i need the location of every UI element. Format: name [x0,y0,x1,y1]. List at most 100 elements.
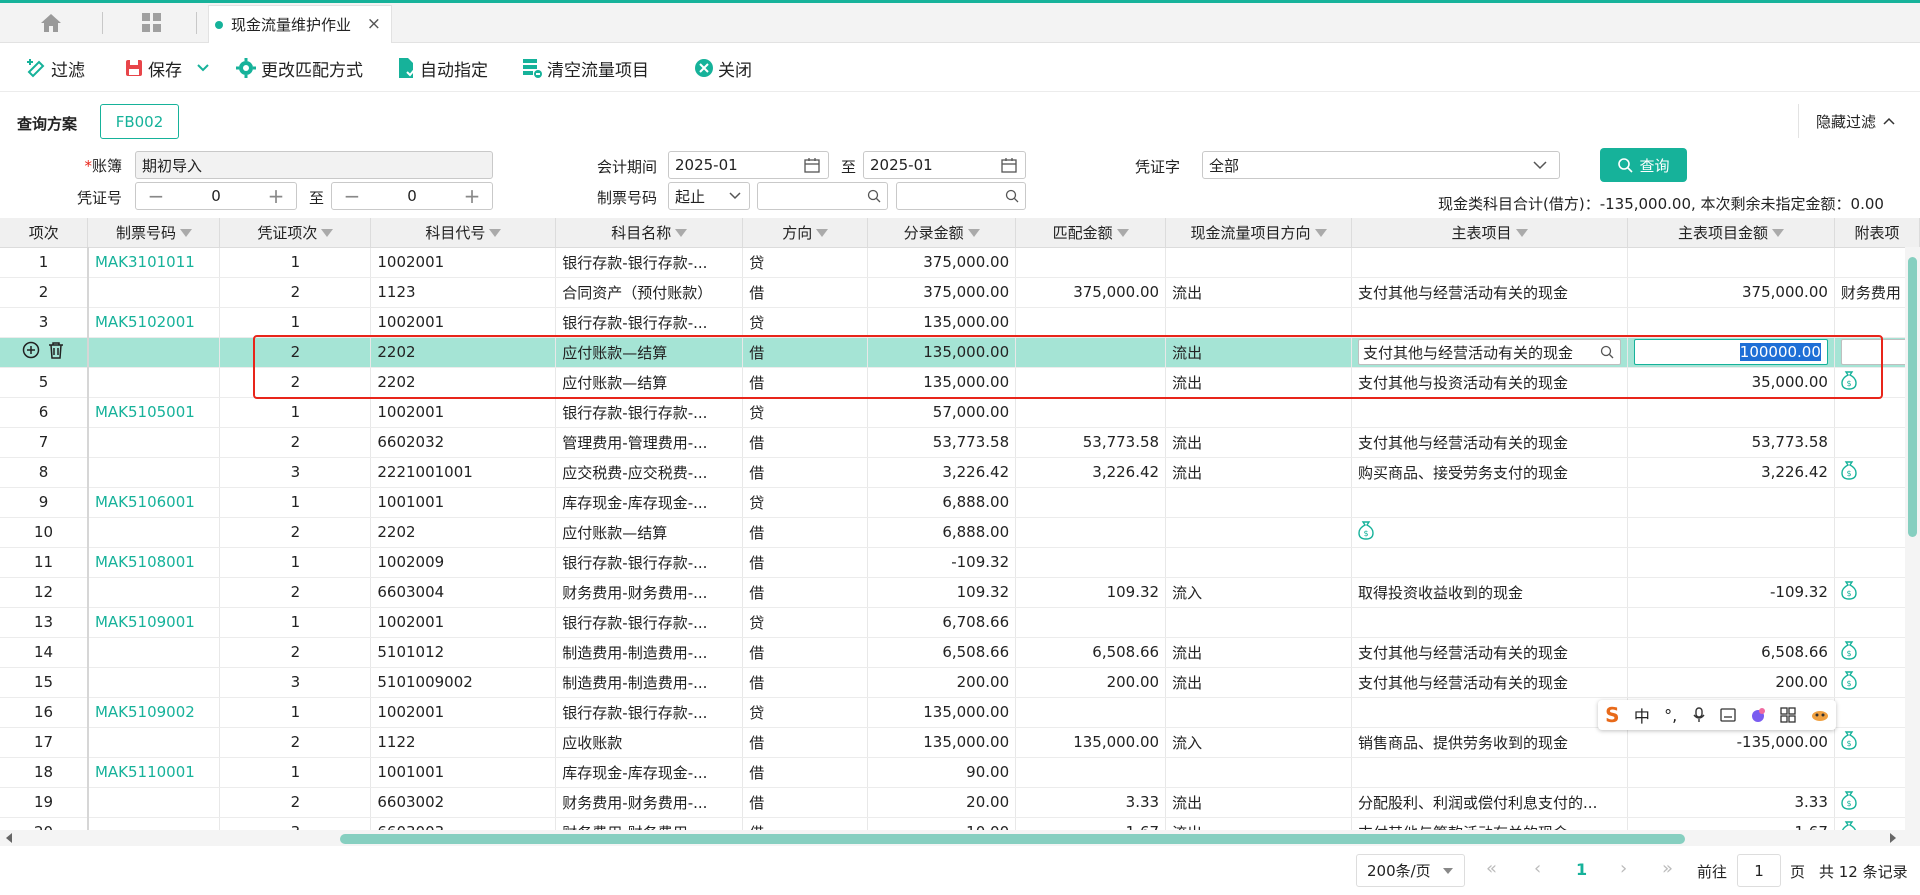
voucher-no-to-value[interactable]: 0 [372,187,452,205]
column-filter-icon[interactable] [1116,229,1129,238]
column-filter-icon[interactable] [967,229,980,238]
save-button[interactable]: 保存 [124,55,182,81]
query-scheme-button[interactable]: FB002 [100,104,179,139]
table-row[interactable]: 5 2 2202 应付账款—结算借 135,000.00 流出 支付其他与投资活动有关的现金… [0,367,1920,398]
toolbox-grid-icon[interactable] [1780,707,1797,723]
table-row[interactable]: 18 MAK5110001 1 1001001 库存现金-库存现金-... 借 90.00 [0,757,1920,788]
scroll-right-icon[interactable] [1888,832,1898,844]
column-filter-icon[interactable] [489,229,502,238]
table-row[interactable]: 10 2 2202 应付账款—结算借 6,888.00 $ [0,517,1920,548]
search-icon[interactable] [867,189,881,203]
save-dropdown-button[interactable] [196,55,214,81]
money-bag-icon[interactable]: $ [1841,670,1857,690]
column-filter-icon[interactable] [816,229,829,238]
doc-number[interactable]: MAK3101011 [87,247,221,278]
query-button[interactable]: 查询 [1600,148,1687,182]
period-from-field[interactable]: 2025-01 [668,151,829,179]
mascot-icon[interactable] [1811,708,1829,722]
money-bag-icon[interactable]: $ [1841,370,1857,390]
column-filter-icon[interactable] [179,229,192,238]
minus-icon[interactable]: − [136,183,176,209]
table-row[interactable]: 6 MAK5105001 1 1002001 银行存款-银行存款-... 贷 57,000.… [0,397,1920,428]
main-item-input[interactable]: 支付其他与经营活动有关的现金 [1358,339,1621,365]
table-row[interactable]: 17 2 1122 应收账款借 135,000.00 135,000.00 流入 销售商品、提… [0,727,1920,758]
column-filter-icon[interactable] [1771,229,1784,238]
skin-icon[interactable] [1750,707,1766,723]
money-bag-icon[interactable]: $ [1358,520,1374,540]
column-filter-icon[interactable] [1515,229,1528,238]
add-row-icon[interactable] [22,341,40,363]
table-row[interactable]: 12 2 6603004 财务费用-财务费用-... 借 109.32 109.32 流入 取得… [0,577,1920,608]
close-button[interactable]: 关闭 [694,55,752,81]
keyboard-icon[interactable] [1720,708,1736,722]
search-icon[interactable] [1005,189,1019,203]
tab-cashflow-maintenance[interactable]: 现金流量维护作业 × [208,5,392,43]
money-bag-icon[interactable]: $ [1841,640,1857,660]
column-header[interactable]: 匹配金额 [1015,218,1167,248]
column-header[interactable]: 方向 [742,218,869,248]
main-item[interactable]: 支付其他与经营活动有关的现金 [1351,337,1628,368]
voucher-word-select[interactable]: 全部 [1202,151,1560,179]
main-item-amount-input[interactable]: 100000.00 [1634,339,1828,365]
vertical-scroll-thumb[interactable] [1908,257,1917,537]
doc-no-from-field[interactable] [757,182,888,210]
plus-icon[interactable]: + [452,183,492,209]
doc-number[interactable]: MAK5108001 [87,547,221,578]
money-bag-icon[interactable]: $ [1841,460,1857,480]
column-filter-icon[interactable] [321,229,334,238]
doc-number[interactable]: MAK5110001 [87,757,221,788]
horizontal-scroll-thumb[interactable] [340,834,1685,844]
goto-page-input[interactable]: 1 [1737,854,1781,887]
first-page-icon[interactable]: « [1486,858,1497,879]
table-row[interactable]: 1 MAK3101011 1 1002001 银行存款-银行存款-... 贷 375,000… [0,247,1920,278]
ime-toolbar[interactable]: S 中 °, [1598,700,1836,730]
voucher-no-from-value[interactable]: 0 [176,187,256,205]
change-match-button[interactable]: 更改匹配方式 [235,55,363,81]
close-tab-icon[interactable]: × [367,14,381,34]
table-row[interactable]: 3 MAK5102001 1 1002001 银行存款-银行存款-... 贷 135,000… [0,307,1920,338]
table-row[interactable]: 19 2 6603002 财务费用-财务费用-... 借 20.00 3.33 流出 分配股利、… [0,787,1920,818]
home-icon[interactable] [38,12,64,34]
prev-page-icon[interactable]: ‹ [1534,858,1541,879]
clear-items-button[interactable]: 清空流量项目 [521,55,649,81]
main-item-amount[interactable]: 100000.00 [1627,337,1835,368]
column-filter-icon[interactable] [675,229,688,238]
current-page[interactable]: 1 [1576,860,1587,879]
column-header[interactable]: 分录金额 [867,218,1017,248]
doc-no-to-field[interactable] [896,182,1026,210]
column-header[interactable]: 凭证项次 [219,218,372,248]
table-row[interactable]: 2 2 1123 合同资产（预付账款）借 375,000.00 375,000.00 流出支… [0,277,1920,308]
minus-icon[interactable]: − [332,183,372,209]
page-size-select[interactable]: 200条/页 [1356,854,1465,887]
main-item[interactable]: $ [1351,517,1628,548]
table-row[interactable]: 11 MAK5108001 1 1002009 银行存款-银行存款-... 借 -109.3… [0,547,1920,578]
vertical-scrollbar[interactable] [1905,247,1920,836]
horizontal-scrollbar[interactable] [0,830,1920,846]
table-row[interactable]: 13 MAK5109001 1 1002001 银行存款-银行存款-... 贷 6,708.… [0,607,1920,638]
doc-number[interactable]: MAK5109001 [87,607,221,638]
column-header[interactable]: 科目代号 [370,218,557,248]
doc-number[interactable]: MAK5106001 [87,487,221,518]
table-row[interactable]: 8 3 2221001001 应交税费-应交税费-... 借 3,226.42 3,226.… [0,457,1920,488]
app-grid-icon[interactable] [141,12,163,34]
column-header[interactable]: 附表项 [1834,218,1920,248]
search-icon[interactable] [1600,345,1614,359]
doc-number[interactable]: MAK5105001 [87,397,221,428]
microphone-icon[interactable] [1692,707,1706,723]
table-row[interactable]: 2 2202 应付账款—结算借 135,000.00 流出 支付其他与经营活动有关的现金 1… [0,337,1920,368]
scroll-left-icon[interactable] [4,832,14,844]
filter-button[interactable]: 过滤 [25,55,85,81]
table-row[interactable]: 15 3 5101009002 制造费用-制造费用-... 借 200.00 200.00 流… [0,667,1920,698]
column-header[interactable]: 项次 [0,218,89,248]
column-header[interactable]: 主表项目 [1351,218,1628,248]
hide-filter-button[interactable]: 隐藏过滤 [1798,104,1913,138]
money-bag-icon[interactable]: $ [1841,790,1857,810]
doc-no-mode-select[interactable]: 起止 [668,182,750,210]
delete-row-icon[interactable] [48,341,64,363]
table-row[interactable]: 7 2 6602032 管理费用-管理费用-... 借 53,773.58 53,773.5… [0,427,1920,458]
table-row[interactable]: 9 MAK5106001 1 1001001 库存现金-库存现金-... 贷 6,888.0… [0,487,1920,518]
last-page-icon[interactable]: » [1662,858,1673,879]
voucher-no-from-stepper[interactable]: − 0 + [135,182,297,210]
column-header[interactable]: 现金流量项目方向 [1165,218,1353,248]
period-to-field[interactable]: 2025-01 [863,151,1026,179]
